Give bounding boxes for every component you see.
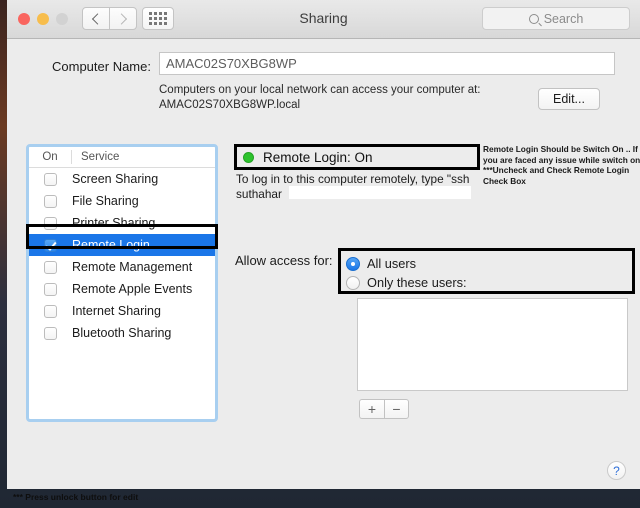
list-item[interactable]: Remote Management <box>29 256 215 278</box>
window-titlebar: Sharing Search <box>7 0 640 39</box>
status-indicator-icon <box>243 151 254 163</box>
checkbox-icon[interactable] <box>43 172 57 186</box>
list-item[interactable]: Internet Sharing <box>29 300 215 322</box>
service-checkbox-wrap[interactable] <box>29 238 71 252</box>
computer-name-hint: Computers on your local network can acce… <box>159 83 519 113</box>
services-list[interactable]: On Service Screen Sharing File Sharing P… <box>26 144 218 422</box>
computer-name-field[interactable]: AMAC02S70XBG8WP <box>159 52 615 75</box>
computer-name-hint-line1: Computers on your local network can acce… <box>159 84 481 96</box>
service-label: Internet Sharing <box>72 304 161 318</box>
checkbox-icon[interactable] <box>43 216 57 230</box>
annotation-footer-note: *** Press unlock button for edit <box>13 492 139 502</box>
radio-only-these-users-label: Only these users: <box>367 275 467 290</box>
radio-only-these-users[interactable]: Only these users: <box>346 273 632 292</box>
service-label: Bluetooth Sharing <box>72 326 172 340</box>
checkbox-icon[interactable] <box>43 282 57 296</box>
computer-name-hint-line2: AMAC02S70XBG8WP.local <box>159 99 301 111</box>
remove-user-button[interactable]: − <box>384 399 409 419</box>
service-checkbox-wrap[interactable] <box>29 260 71 274</box>
redaction-overlay <box>289 186 471 199</box>
allow-access-label: Allow access for: <box>235 253 333 268</box>
services-list-header: On Service <box>29 147 215 168</box>
annotation-note-remote-login: Remote Login Should be Switch On .. If y… <box>483 144 640 186</box>
column-header-service: Service <box>81 151 120 163</box>
help-button[interactable]: ? <box>607 461 626 480</box>
search-icon <box>528 13 539 24</box>
service-checkbox-wrap[interactable] <box>29 282 71 296</box>
edit-button[interactable]: Edit... <box>538 88 600 110</box>
service-checkbox-wrap[interactable] <box>29 304 71 318</box>
search-input[interactable]: Search <box>482 7 630 30</box>
user-list-buttons: + − <box>359 399 409 419</box>
checkbox-icon[interactable] <box>43 304 57 318</box>
allowed-users-list[interactable] <box>357 298 628 391</box>
computer-name-label: Computer Name: <box>52 59 151 74</box>
list-item-remote-login[interactable]: Remote Login <box>29 234 215 256</box>
radio-selected-icon[interactable] <box>346 256 360 271</box>
service-checkbox-wrap[interactable] <box>29 326 71 340</box>
service-label: Printer Sharing <box>72 216 156 230</box>
add-user-button[interactable]: + <box>359 399 384 419</box>
checkbox-icon[interactable] <box>43 326 57 340</box>
checkbox-icon[interactable] <box>43 194 57 208</box>
service-checkbox-wrap[interactable] <box>29 216 71 230</box>
sharing-preferences-window: Sharing Search Computer Name: AMAC02S70X… <box>7 0 640 489</box>
radio-all-users-label: All users <box>367 256 417 271</box>
service-checkbox-wrap[interactable] <box>29 194 71 208</box>
service-label: File Sharing <box>72 194 139 208</box>
search-placeholder: Search <box>543 11 584 26</box>
service-checkbox-wrap[interactable] <box>29 172 71 186</box>
annotation-box-remote-login-status: Remote Login: On <box>234 144 480 170</box>
list-item[interactable]: Bluetooth Sharing <box>29 322 215 344</box>
radio-unselected-icon[interactable] <box>346 275 360 290</box>
checkbox-icon[interactable] <box>43 260 57 274</box>
radio-all-users[interactable]: All users <box>346 254 632 273</box>
list-item[interactable]: Remote Apple Events <box>29 278 215 300</box>
service-label: Remote Login <box>72 238 150 252</box>
column-header-on: On <box>42 151 58 163</box>
service-label: Screen Sharing <box>72 172 159 186</box>
checkbox-checked-icon[interactable] <box>43 238 57 252</box>
service-label: Remote Management <box>72 260 193 274</box>
desktop-background: Sharing Search Computer Name: AMAC02S70X… <box>0 0 640 508</box>
annotation-box-allow-access: All users Only these users: <box>338 248 635 294</box>
list-item[interactable]: Screen Sharing <box>29 168 215 190</box>
list-item[interactable]: File Sharing <box>29 190 215 212</box>
status-badge: Remote Login: On <box>263 149 373 165</box>
list-item[interactable]: Printer Sharing <box>29 212 215 234</box>
service-label: Remote Apple Events <box>72 282 193 296</box>
